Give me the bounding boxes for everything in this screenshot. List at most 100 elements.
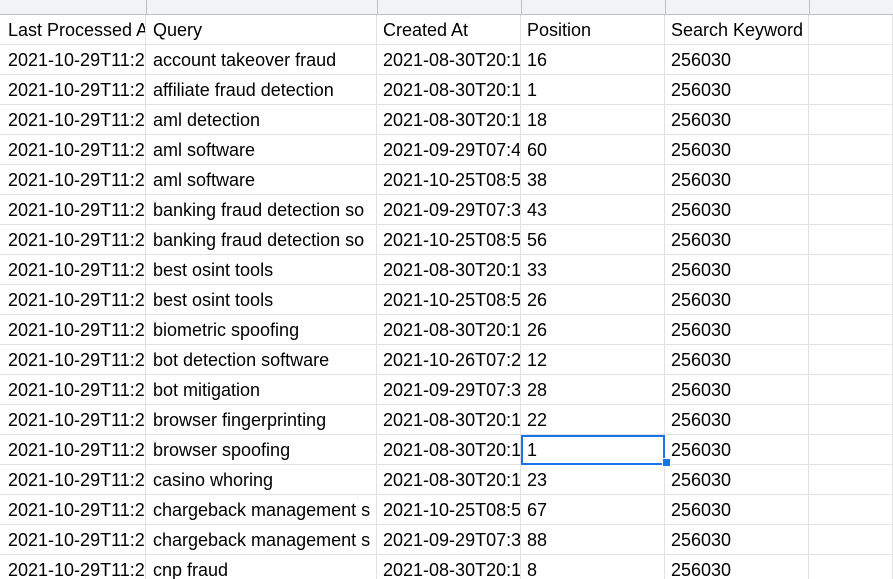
table-cell[interactable] [809, 315, 893, 345]
table-cell[interactable]: best osint tools [146, 285, 377, 315]
table-cell[interactable]: cnp fraud [146, 555, 377, 579]
table-cell[interactable]: 26 [521, 315, 665, 345]
header-cell[interactable]: Query [146, 15, 377, 45]
table-cell[interactable]: 256030 [665, 165, 809, 195]
table-cell[interactable]: 2021-10-29T11:2 [0, 75, 146, 105]
table-cell[interactable] [809, 225, 893, 255]
table-cell[interactable] [809, 435, 893, 465]
table-cell[interactable]: 256030 [665, 75, 809, 105]
table-cell[interactable] [809, 105, 893, 135]
table-cell[interactable]: browser spoofing [146, 435, 377, 465]
table-cell[interactable]: 256030 [665, 525, 809, 555]
table-cell[interactable]: 256030 [665, 135, 809, 165]
table-cell[interactable]: bot mitigation [146, 375, 377, 405]
table-cell[interactable]: 2021-10-25T08:5 [377, 285, 521, 315]
table-cell[interactable]: account takeover fraud [146, 45, 377, 75]
table-cell[interactable]: 2021-10-25T08:5 [377, 495, 521, 525]
table-cell[interactable]: 2021-10-29T11:2 [0, 435, 146, 465]
table-cell[interactable]: banking fraud detection so [146, 225, 377, 255]
table-cell[interactable]: 256030 [665, 255, 809, 285]
table-cell[interactable]: 1 [521, 75, 665, 105]
table-cell[interactable]: casino whoring [146, 465, 377, 495]
table-cell[interactable]: 2021-10-29T11:2 [0, 285, 146, 315]
table-cell[interactable]: 256030 [665, 285, 809, 315]
table-cell[interactable] [809, 135, 893, 165]
table-cell[interactable] [809, 285, 893, 315]
table-cell[interactable]: 28 [521, 375, 665, 405]
table-cell[interactable]: 2021-10-29T11:2 [0, 165, 146, 195]
table-cell[interactable]: 2021-08-30T20:1 [377, 45, 521, 75]
table-cell[interactable]: 2021-10-29T11:2 [0, 195, 146, 225]
table-cell[interactable]: 2021-08-30T20:1 [377, 315, 521, 345]
table-cell[interactable]: 2021-08-30T20:1 [377, 75, 521, 105]
table-cell[interactable]: bot detection software [146, 345, 377, 375]
table-cell[interactable]: 38 [521, 165, 665, 195]
table-cell[interactable]: 2021-10-29T11:2 [0, 225, 146, 255]
table-cell[interactable] [809, 465, 893, 495]
table-cell[interactable]: 18 [521, 105, 665, 135]
table-cell[interactable]: 256030 [665, 45, 809, 75]
table-cell[interactable] [809, 555, 893, 579]
table-cell[interactable]: 2021-10-25T08:5 [377, 165, 521, 195]
table-cell[interactable]: 2021-08-30T20:1 [377, 555, 521, 579]
table-cell[interactable]: 2021-10-25T08:5 [377, 225, 521, 255]
table-cell[interactable]: 256030 [665, 495, 809, 525]
table-cell[interactable]: aml software [146, 165, 377, 195]
header-cell[interactable]: Search Keyword Mobile [665, 15, 809, 45]
table-cell[interactable]: 23 [521, 465, 665, 495]
table-cell[interactable]: 256030 [665, 105, 809, 135]
table-cell[interactable]: 256030 [665, 345, 809, 375]
table-cell[interactable]: 256030 [665, 465, 809, 495]
header-cell[interactable]: Last Processed At [0, 15, 146, 45]
table-cell[interactable]: 16 [521, 45, 665, 75]
table-cell[interactable]: 2021-10-29T11:2 [0, 555, 146, 579]
column-separator[interactable] [665, 0, 666, 14]
table-cell[interactable]: 2021-10-29T11:2 [0, 135, 146, 165]
table-cell[interactable]: 2021-08-30T20:1 [377, 105, 521, 135]
table-cell[interactable]: 8 [521, 555, 665, 579]
table-cell[interactable]: 256030 [665, 195, 809, 225]
header-cell[interactable]: Created At [377, 15, 521, 45]
table-cell[interactable]: 2021-10-29T11:2 [0, 315, 146, 345]
table-cell[interactable] [809, 375, 893, 405]
table-cell[interactable]: 256030 [665, 405, 809, 435]
table-cell[interactable]: 2021-10-29T11:2 [0, 255, 146, 285]
table-cell[interactable] [809, 345, 893, 375]
table-cell[interactable]: chargeback management s [146, 525, 377, 555]
table-cell[interactable]: 12 [521, 345, 665, 375]
table-cell[interactable]: 256030 [665, 315, 809, 345]
table-cell[interactable]: 2021-10-29T11:2 [0, 495, 146, 525]
column-separator[interactable] [377, 0, 378, 14]
table-cell[interactable] [809, 45, 893, 75]
table-cell[interactable]: 67 [521, 495, 665, 525]
column-header-strip[interactable] [0, 0, 893, 15]
column-separator[interactable] [809, 0, 810, 14]
table-cell[interactable]: 256030 [665, 555, 809, 579]
table-cell[interactable]: 2021-10-29T11:2 [0, 465, 146, 495]
table-cell[interactable]: 2021-10-29T11:2 [0, 45, 146, 75]
table-cell[interactable]: 2021-10-29T11:2 [0, 375, 146, 405]
table-cell[interactable] [809, 255, 893, 285]
table-cell[interactable]: 2021-10-26T07:2 [377, 345, 521, 375]
column-separator[interactable] [521, 0, 522, 14]
table-cell[interactable]: 2021-10-29T11:2 [0, 405, 146, 435]
table-cell[interactable]: biometric spoofing [146, 315, 377, 345]
table-cell[interactable] [809, 495, 893, 525]
table-cell[interactable]: 2021-08-30T20:1 [377, 435, 521, 465]
table-cell[interactable]: 56 [521, 225, 665, 255]
table-cell[interactable]: 88 [521, 525, 665, 555]
table-cell[interactable]: 2021-09-29T07:3 [377, 195, 521, 225]
fill-handle[interactable] [662, 458, 671, 467]
table-cell[interactable]: 256030 [665, 435, 809, 465]
table-cell[interactable]: 2021-10-29T11:2 [0, 105, 146, 135]
table-cell[interactable]: 1 [521, 435, 665, 465]
table-cell[interactable]: 33 [521, 255, 665, 285]
table-cell[interactable] [809, 165, 893, 195]
column-separator[interactable] [146, 0, 147, 14]
table-cell[interactable]: 2021-09-29T07:3 [377, 525, 521, 555]
table-cell[interactable] [809, 75, 893, 105]
table-cell[interactable]: 22 [521, 405, 665, 435]
table-cell[interactable]: best osint tools [146, 255, 377, 285]
header-cell[interactable]: Position [521, 15, 665, 45]
table-cell[interactable]: affiliate fraud detection [146, 75, 377, 105]
